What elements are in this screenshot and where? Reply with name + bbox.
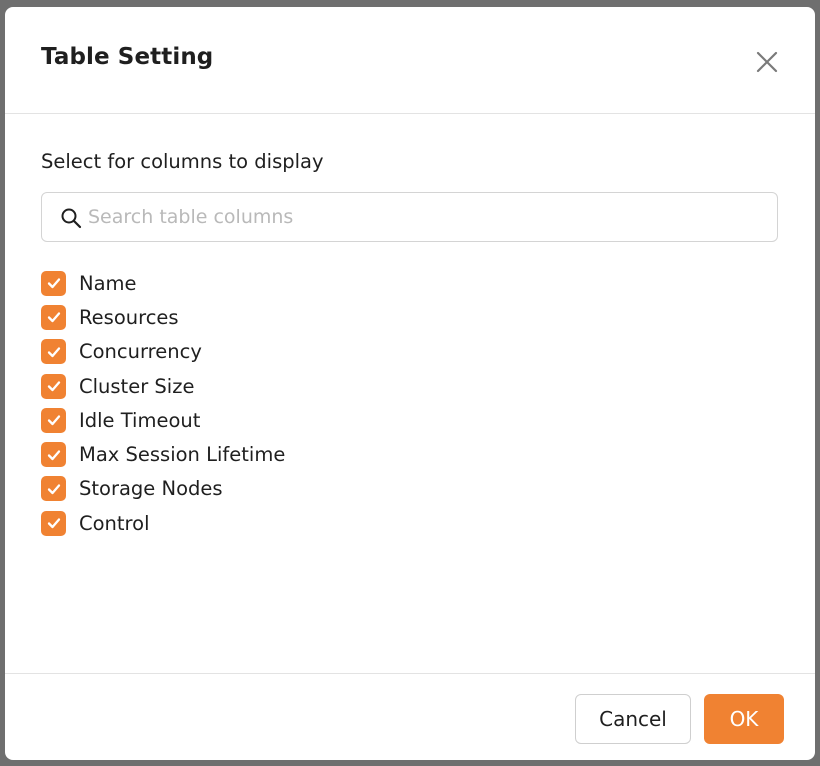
column-option-idle-timeout[interactable]: Idle Timeout bbox=[41, 403, 541, 437]
column-option-label: Max Session Lifetime bbox=[79, 443, 286, 467]
checkmark-icon bbox=[47, 415, 60, 426]
checkmark-icon bbox=[47, 518, 60, 529]
checkmark-icon bbox=[47, 484, 60, 495]
checkbox[interactable] bbox=[41, 476, 66, 502]
table-setting-dialog: Table Setting Select for columns to disp… bbox=[5, 7, 815, 760]
dialog-header: Table Setting bbox=[5, 7, 815, 114]
search-input[interactable] bbox=[88, 193, 758, 241]
checkbox[interactable] bbox=[41, 270, 66, 296]
column-option-name[interactable]: Name bbox=[41, 266, 541, 300]
checkmark-icon bbox=[47, 278, 60, 289]
checkbox[interactable] bbox=[41, 407, 66, 433]
checkmark-icon bbox=[47, 347, 60, 357]
checkbox[interactable] bbox=[41, 339, 66, 365]
search-box[interactable] bbox=[41, 192, 778, 242]
dialog-footer: Cancel OK bbox=[5, 673, 815, 760]
checkbox[interactable] bbox=[41, 442, 66, 468]
column-option-concurrency[interactable]: Concurrency bbox=[41, 335, 541, 369]
column-option-storage-nodes[interactable]: Storage Nodes bbox=[41, 472, 541, 506]
checkmark-icon bbox=[47, 312, 60, 323]
instruction-text: Select for columns to display bbox=[41, 150, 324, 173]
column-option-cluster-size[interactable]: Cluster Size bbox=[41, 369, 541, 403]
close-button[interactable] bbox=[754, 49, 780, 75]
checkmark-icon bbox=[47, 449, 60, 460]
column-option-resources[interactable]: Resources bbox=[41, 300, 541, 334]
checkbox[interactable] bbox=[41, 510, 66, 536]
checkbox[interactable] bbox=[41, 373, 66, 399]
dialog-body: Select for columns to display Name Resou… bbox=[41, 147, 778, 536]
column-option-control[interactable]: Control bbox=[41, 506, 541, 540]
checkbox[interactable] bbox=[41, 304, 66, 330]
column-option-label: Resources bbox=[79, 305, 179, 329]
column-option-label: Cluster Size bbox=[79, 374, 195, 398]
column-option-label: Concurrency bbox=[79, 340, 202, 364]
ok-button[interactable]: OK bbox=[704, 694, 784, 744]
cancel-button[interactable]: Cancel bbox=[575, 694, 691, 744]
column-option-label: Control bbox=[79, 511, 150, 535]
column-option-max-session-lifetime[interactable]: Max Session Lifetime bbox=[41, 437, 541, 471]
close-icon bbox=[756, 51, 778, 73]
column-option-label: Storage Nodes bbox=[79, 477, 223, 501]
search-icon bbox=[61, 208, 82, 229]
column-option-label: Idle Timeout bbox=[79, 408, 201, 432]
column-option-label: Name bbox=[79, 271, 137, 295]
column-checkbox-list: Name Resources Concurrency Cluster Size bbox=[41, 266, 541, 540]
dialog-title: Table Setting bbox=[41, 44, 214, 70]
checkmark-icon bbox=[47, 381, 60, 392]
